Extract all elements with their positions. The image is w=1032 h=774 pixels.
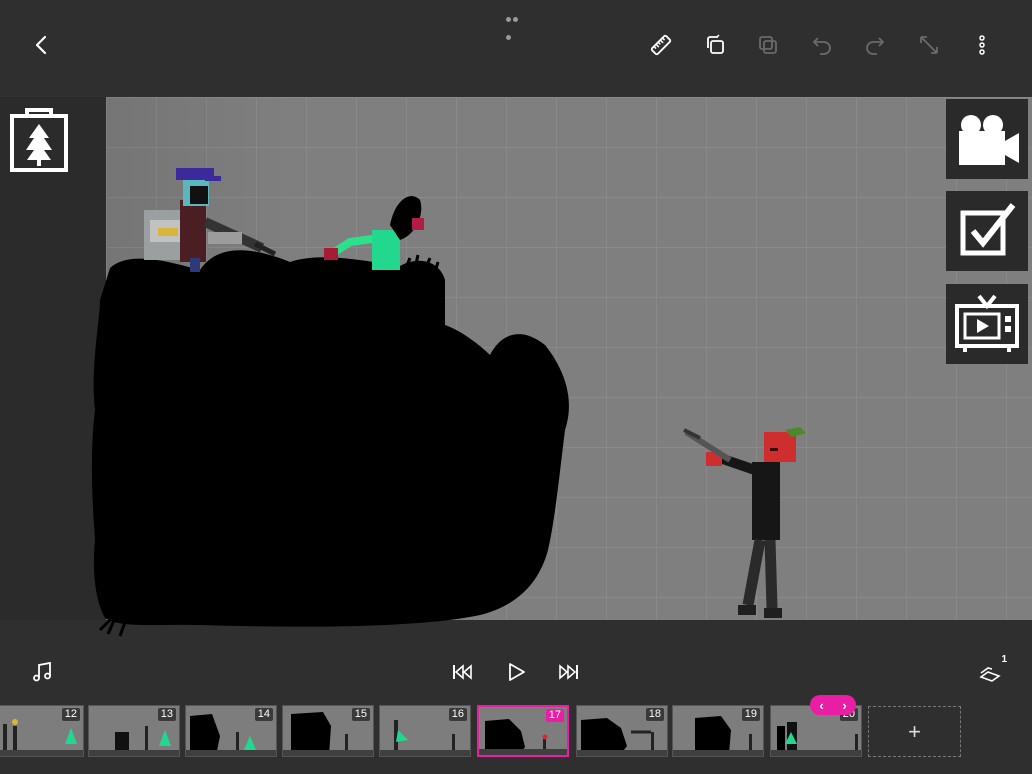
- frame-ground: [673, 750, 763, 756]
- frame-number: 14: [254, 708, 273, 721]
- frame-number: 17: [545, 709, 564, 722]
- tv-play-icon: [955, 294, 1019, 352]
- back-button[interactable]: [25, 28, 59, 62]
- checkbox-icon: [960, 203, 1016, 256]
- camera-icon: [959, 115, 1019, 165]
- frame-ground: [89, 750, 179, 756]
- frame-ground: [186, 750, 276, 756]
- onion-skin-button[interactable]: 1: [975, 654, 1007, 686]
- add-frame-button[interactable]: +: [868, 706, 961, 757]
- frame-thumbnail[interactable]: 13: [88, 705, 180, 757]
- frame-number: 18: [645, 708, 664, 721]
- frame-ground: [380, 750, 470, 756]
- frame-thumbnail[interactable]: 12: [0, 705, 84, 757]
- skip-to-end-button[interactable]: [554, 658, 584, 686]
- duplicate-button[interactable]: [698, 28, 732, 62]
- play-icon: [509, 663, 525, 681]
- canvas-shading: [106, 97, 1032, 620]
- music-note-icon: [33, 661, 51, 682]
- frame-number: 16: [448, 708, 467, 721]
- frame-thumbnail[interactable]: 19: [672, 705, 764, 757]
- frame-ground: [771, 750, 861, 756]
- resize-button[interactable]: [912, 28, 946, 62]
- frame-number: 19: [741, 708, 760, 721]
- redo-button[interactable]: [858, 28, 892, 62]
- frame-thumbnail[interactable]: 16: [379, 705, 471, 757]
- frame-ground: [283, 750, 373, 756]
- frame-number: 12: [61, 708, 80, 721]
- ruler-button[interactable]: [644, 28, 678, 62]
- frame-navigator[interactable]: ‹ ›: [810, 695, 856, 715]
- more-vertical-icon: [979, 35, 985, 55]
- left-margin: [0, 97, 106, 620]
- undo-button[interactable]: [805, 28, 839, 62]
- music-button[interactable]: [27, 658, 57, 686]
- resize-icon: [920, 36, 938, 54]
- frame-number: 15: [351, 708, 370, 721]
- copy-icon: [759, 36, 777, 54]
- add-frame-label: +: [908, 718, 921, 744]
- next-frame-chevron-icon[interactable]: ›: [842, 698, 846, 713]
- frame-ground: [0, 750, 83, 756]
- camera-tool-button[interactable]: [946, 99, 1028, 179]
- play-button[interactable]: [501, 658, 531, 686]
- frame-ground: [577, 750, 667, 756]
- drag-handle-dots[interactable]: [506, 9, 526, 40]
- frame-thumbnail-active[interactable]: 17: [477, 705, 569, 757]
- tv-tool-button[interactable]: [946, 284, 1028, 364]
- onion-skin-count: 1: [1001, 654, 1007, 665]
- frame-ground: [479, 749, 567, 755]
- select-tool-button[interactable]: [946, 191, 1028, 271]
- skip-to-start-button[interactable]: [447, 658, 477, 686]
- scene-canvas[interactable]: [106, 97, 1032, 620]
- skip-to-start-icon: [453, 664, 472, 680]
- previous-frame-chevron-icon[interactable]: ‹: [819, 698, 823, 713]
- frame-thumbnail[interactable]: 14: [185, 705, 277, 757]
- shopping-bag-tree-icon: [10, 108, 68, 172]
- undo-icon: [812, 37, 831, 55]
- back-arrow-icon: [35, 35, 47, 55]
- shop-button[interactable]: [10, 102, 68, 172]
- frame-thumbnail[interactable]: 15: [282, 705, 374, 757]
- duplicate-icon: [707, 34, 724, 54]
- frame-number: 13: [157, 708, 176, 721]
- more-options-button[interactable]: [965, 28, 999, 62]
- top-toolbar: [0, 0, 1032, 96]
- ruler-icon: [650, 34, 672, 56]
- copy-button[interactable]: [751, 28, 785, 62]
- frame-thumbnail[interactable]: 18: [576, 705, 668, 757]
- skip-to-end-icon: [559, 664, 578, 680]
- layers-icon: [979, 667, 1001, 682]
- redo-icon: [866, 37, 885, 55]
